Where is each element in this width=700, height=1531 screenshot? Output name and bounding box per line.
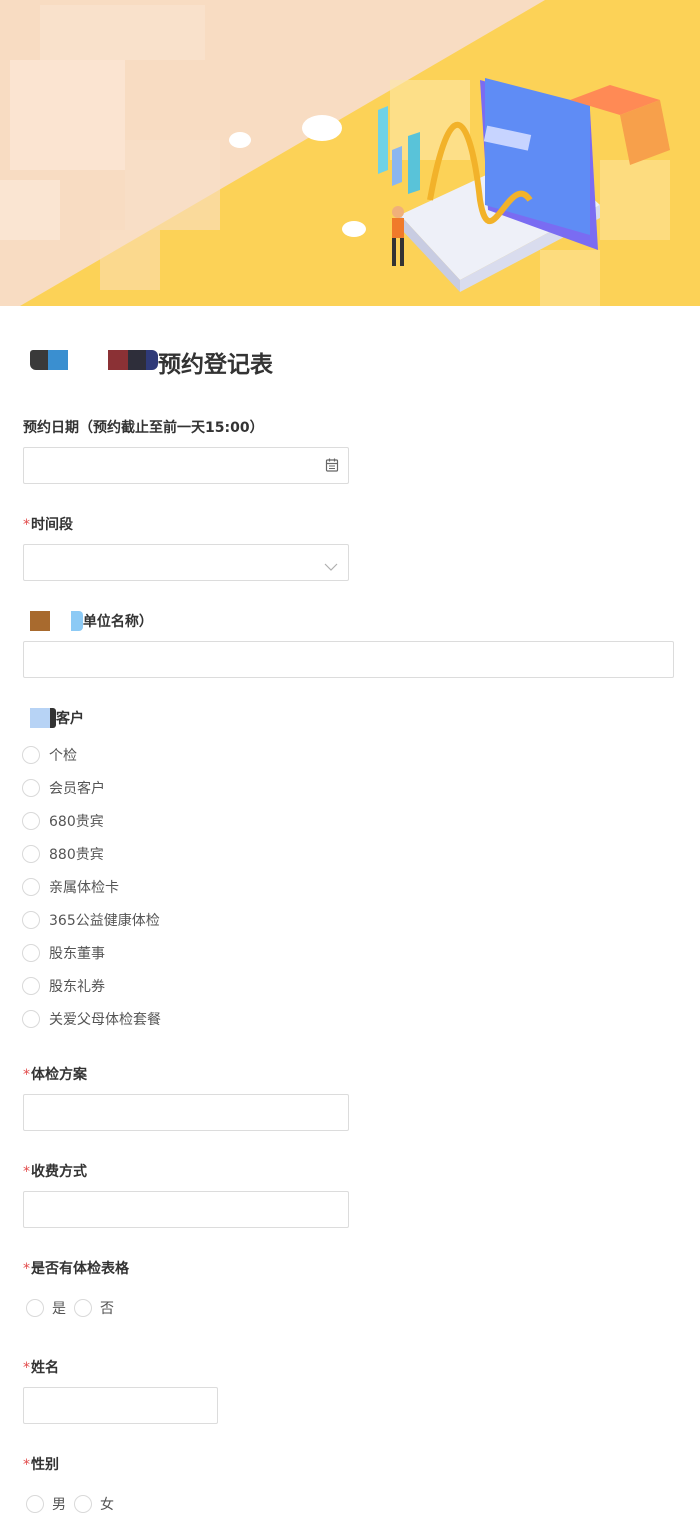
payment-label-text: 收费方式	[31, 1164, 87, 1180]
customer-option[interactable]: 亲属体检卡	[22, 876, 119, 898]
payment-input[interactable]	[23, 1191, 349, 1228]
company-input[interactable]	[23, 641, 674, 678]
date-label: 预约日期（预约截止至前一天15:00）	[23, 417, 264, 437]
calendar-icon[interactable]	[325, 457, 339, 477]
radio-button[interactable]	[74, 1495, 92, 1513]
radio-button[interactable]	[26, 1495, 44, 1513]
option-label: 股东董事	[49, 946, 105, 962]
option-label: 股东礼券	[49, 979, 105, 995]
plan-input[interactable]	[23, 1094, 349, 1131]
required-mark: *	[23, 517, 30, 533]
option-label: 会员客户	[49, 781, 105, 797]
option-label: 880贵宾	[49, 847, 104, 863]
redaction-block	[30, 611, 50, 631]
banner-illustration	[0, 0, 700, 306]
redaction-block	[30, 350, 48, 370]
required-mark: *	[23, 1360, 30, 1376]
required-mark: *	[23, 1261, 30, 1277]
radio-button[interactable]	[74, 1299, 92, 1317]
option-label: 亲属体检卡	[49, 880, 119, 896]
redaction-block	[48, 350, 68, 370]
customer-option[interactable]: 880贵宾	[22, 843, 104, 865]
radio-button[interactable]	[22, 1010, 40, 1028]
radio-button[interactable]	[22, 977, 40, 995]
time-slot-select[interactable]	[23, 544, 349, 581]
radio-button[interactable]	[22, 812, 40, 830]
customer-option[interactable]: 个检	[22, 744, 77, 766]
radio-button[interactable]	[22, 845, 40, 863]
option-label: 365公益健康体检	[49, 913, 160, 929]
title-redactions	[30, 342, 158, 378]
radio-button[interactable]	[26, 1299, 44, 1317]
name-label-text: 姓名	[31, 1360, 59, 1376]
radio-button[interactable]	[22, 779, 40, 797]
company-label: 单位名称）	[23, 611, 153, 631]
page-title: 预约登记表	[158, 352, 273, 378]
has-form-label: *是否有体检表格	[23, 1258, 129, 1278]
customer-label: 客户	[23, 708, 84, 728]
has-form-options: 是 否	[26, 1297, 122, 1319]
redaction-block	[128, 350, 146, 370]
required-mark: *	[23, 1067, 30, 1083]
redaction-block	[30, 708, 50, 728]
has-form-label-text: 是否有体检表格	[31, 1261, 129, 1277]
name-input[interactable]	[23, 1387, 218, 1424]
option-label: 680贵宾	[49, 814, 104, 830]
option-label: 男	[52, 1497, 66, 1513]
option-label: 女	[100, 1497, 114, 1513]
radio-button[interactable]	[22, 911, 40, 929]
time-slot-label: *时间段	[23, 514, 73, 534]
plan-label-text: 体检方案	[31, 1067, 87, 1083]
customer-label-text: 客户	[56, 711, 84, 727]
chevron-down-icon	[324, 557, 338, 576]
date-input[interactable]	[23, 447, 349, 484]
radio-button[interactable]	[22, 878, 40, 896]
header-banner	[0, 0, 700, 306]
gender-options: 男 女	[26, 1493, 122, 1515]
required-mark: *	[23, 1164, 30, 1180]
radio-button[interactable]	[22, 944, 40, 962]
customer-option[interactable]: 365公益健康体检	[22, 909, 160, 931]
gender-label-text: 性别	[31, 1457, 59, 1473]
redaction-block	[146, 350, 158, 370]
company-label-text: 单位名称）	[82, 614, 153, 630]
customer-option[interactable]: 股东礼券	[22, 975, 105, 997]
option-label: 是	[52, 1301, 66, 1317]
time-slot-label-text: 时间段	[31, 517, 73, 533]
redaction-block	[108, 350, 128, 370]
option-label: 否	[100, 1301, 114, 1317]
required-mark: *	[23, 1457, 30, 1473]
name-label: *姓名	[23, 1357, 59, 1377]
option-label: 关爱父母体检套餐	[49, 1012, 161, 1028]
customer-option[interactable]: 关爱父母体检套餐	[22, 1008, 161, 1030]
customer-option[interactable]: 股东董事	[22, 942, 105, 964]
payment-label: *收费方式	[23, 1161, 87, 1181]
customer-option[interactable]: 680贵宾	[22, 810, 104, 832]
date-label-text: 预约日期（预约截止至前一天15:00）	[23, 420, 264, 436]
plan-label: *体检方案	[23, 1064, 87, 1084]
radio-button[interactable]	[22, 746, 40, 764]
redaction-block	[70, 611, 83, 631]
gender-label: *性别	[23, 1454, 59, 1474]
customer-option[interactable]: 会员客户	[22, 777, 105, 799]
option-label: 个检	[49, 748, 77, 764]
